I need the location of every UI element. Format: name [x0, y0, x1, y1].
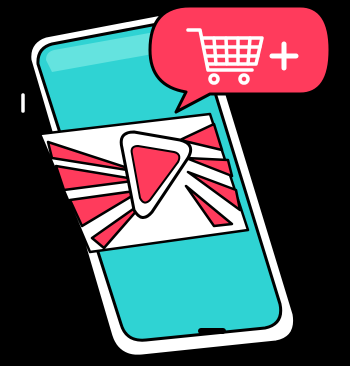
phone-illustration [18, 4, 332, 364]
phone-side-button [18, 90, 28, 116]
home-indicator [198, 328, 226, 334]
